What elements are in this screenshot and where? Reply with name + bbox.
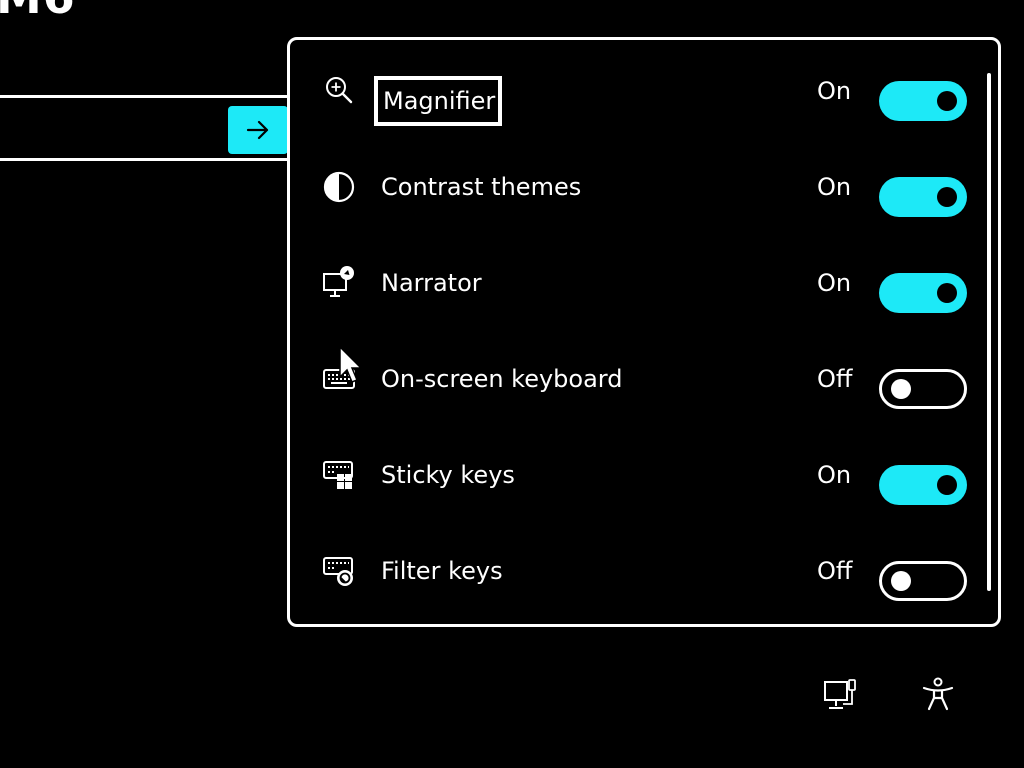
accessibility-flyout: Magnifier On Contrast themes On Narrator… [287, 37, 1001, 627]
narrator-label: Narrator [381, 269, 482, 297]
sticky-keys-icon [320, 456, 358, 494]
mouse-cursor-icon [339, 345, 363, 383]
network-icon [824, 679, 856, 709]
sticky-keys-label: Sticky keys [381, 461, 515, 489]
on-screen-keyboard-state: Off [817, 365, 853, 393]
toggle-knob [937, 283, 957, 303]
accessibility-item-magnifier[interactable]: Magnifier On [290, 51, 980, 131]
accessibility-item-filter-keys[interactable]: Filter keys Off [290, 531, 980, 611]
toggle-knob [937, 91, 957, 111]
toggle-knob [891, 379, 911, 399]
accessibility-item-on-screen-keyboard[interactable]: On-screen keyboard Off [290, 339, 980, 419]
contrast-icon [320, 168, 358, 206]
filter-keys-label: Filter keys [381, 557, 503, 585]
accessibility-icon [922, 677, 954, 711]
magnifier-label: Magnifier [374, 76, 503, 126]
accessibility-item-contrast-themes[interactable]: Contrast themes On [290, 147, 980, 227]
submit-button[interactable] [228, 106, 288, 154]
toggle-knob [937, 187, 957, 207]
narrator-icon [320, 264, 358, 302]
accessibility-item-sticky-keys[interactable]: Sticky keys On [290, 435, 980, 515]
sticky-keys-toggle[interactable] [879, 465, 967, 505]
toggle-knob [891, 571, 911, 591]
on-screen-keyboard-label: On-screen keyboard [381, 365, 623, 393]
sticky-keys-state: On [817, 461, 852, 489]
magnifier-toggle[interactable] [879, 81, 967, 121]
user-name-heading: M6 [0, 0, 76, 24]
on-screen-keyboard-toggle[interactable] [879, 369, 967, 409]
flyout-scrollbar[interactable] [987, 73, 991, 591]
lock-screen: M6 Magnifier On [0, 0, 1024, 768]
contrast-themes-toggle[interactable] [879, 177, 967, 217]
network-button[interactable] [820, 675, 860, 715]
arrow-right-icon [246, 120, 269, 140]
filter-keys-toggle[interactable] [879, 561, 967, 601]
narrator-toggle[interactable] [879, 273, 967, 313]
narrator-state: On [817, 269, 852, 297]
accessibility-item-narrator[interactable]: Narrator On [290, 243, 980, 323]
magnifier-state: On [817, 77, 852, 105]
contrast-themes-label: Contrast themes [381, 173, 582, 201]
accessibility-button[interactable] [918, 675, 958, 715]
toggle-knob [937, 475, 957, 495]
magnifier-icon [320, 72, 358, 110]
filter-keys-state: Off [817, 557, 853, 585]
contrast-themes-state: On [817, 173, 852, 201]
filter-keys-icon [320, 552, 358, 590]
